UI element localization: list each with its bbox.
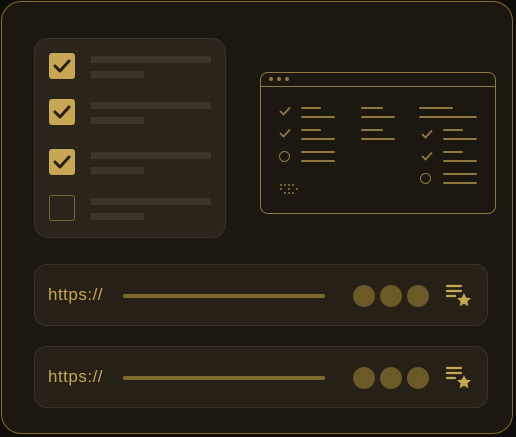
url-protocol-text: https:// — [48, 285, 104, 304]
more-dots-icon[interactable] — [353, 367, 375, 389]
placeholder-line — [91, 167, 144, 174]
bookmark-star-icon[interactable] — [445, 283, 473, 309]
more-dots-icon[interactable] — [407, 285, 429, 307]
check-icon — [53, 59, 71, 73]
wire-line — [301, 107, 321, 109]
more-dots-icon[interactable] — [353, 285, 375, 307]
wire-line — [443, 138, 477, 140]
checkbox-checked[interactable] — [49, 53, 75, 79]
wire-line — [443, 151, 463, 153]
check-icon — [279, 128, 291, 138]
placeholder-line — [91, 213, 144, 220]
wire-line — [419, 116, 477, 118]
window-dot — [285, 77, 289, 81]
wire-line — [443, 182, 477, 184]
browser-wireframe — [260, 72, 496, 214]
wire-line — [301, 138, 335, 140]
check-icon — [421, 129, 433, 139]
wire-line — [361, 116, 395, 118]
url-placeholder-line — [123, 376, 325, 380]
bookmark-star-icon[interactable] — [445, 365, 473, 391]
wire-line — [361, 129, 383, 131]
check-icon — [53, 155, 71, 169]
url-placeholder-line — [123, 294, 325, 298]
wire-line — [301, 151, 335, 153]
illustration-frame: https:// https:// — [1, 1, 513, 434]
placeholder-line — [91, 117, 144, 124]
checkbox-checked[interactable] — [49, 99, 75, 125]
wire-line — [301, 129, 321, 131]
check-icon — [421, 151, 433, 161]
url-bar[interactable]: https:// — [34, 264, 488, 326]
checklist-panel — [34, 38, 226, 238]
window-dot — [269, 77, 273, 81]
checklist-item[interactable] — [49, 195, 213, 225]
checkbox-checked[interactable] — [49, 149, 75, 175]
placeholder-line — [91, 71, 144, 78]
checklist-item[interactable] — [49, 149, 213, 179]
wire-line — [361, 107, 383, 109]
more-dots-icon[interactable] — [380, 367, 402, 389]
wire-line — [443, 160, 477, 162]
url-protocol-text: https:// — [48, 367, 104, 386]
placeholder-line — [91, 102, 211, 109]
checkbox-unchecked[interactable] — [49, 195, 75, 221]
wireframe-titlebar — [261, 86, 495, 87]
checklist-item[interactable] — [49, 99, 213, 129]
more-dots-icon[interactable] — [380, 285, 402, 307]
check-icon — [279, 106, 291, 116]
wire-line — [301, 160, 335, 162]
more-dots-icon[interactable] — [407, 367, 429, 389]
placeholder-line — [91, 198, 211, 205]
url-bar[interactable]: https:// — [34, 346, 488, 408]
wire-line — [443, 129, 463, 131]
placeholder-line — [91, 56, 211, 63]
wire-line — [301, 116, 335, 118]
checklist-item[interactable] — [49, 53, 213, 83]
dotted-cursor-icon — [280, 184, 298, 194]
wire-line — [443, 173, 477, 175]
circle-icon — [420, 173, 431, 184]
wire-line — [361, 138, 395, 140]
wire-line — [419, 107, 453, 109]
circle-icon — [279, 151, 290, 162]
window-dot — [277, 77, 281, 81]
placeholder-line — [91, 152, 211, 159]
check-icon — [53, 105, 71, 119]
